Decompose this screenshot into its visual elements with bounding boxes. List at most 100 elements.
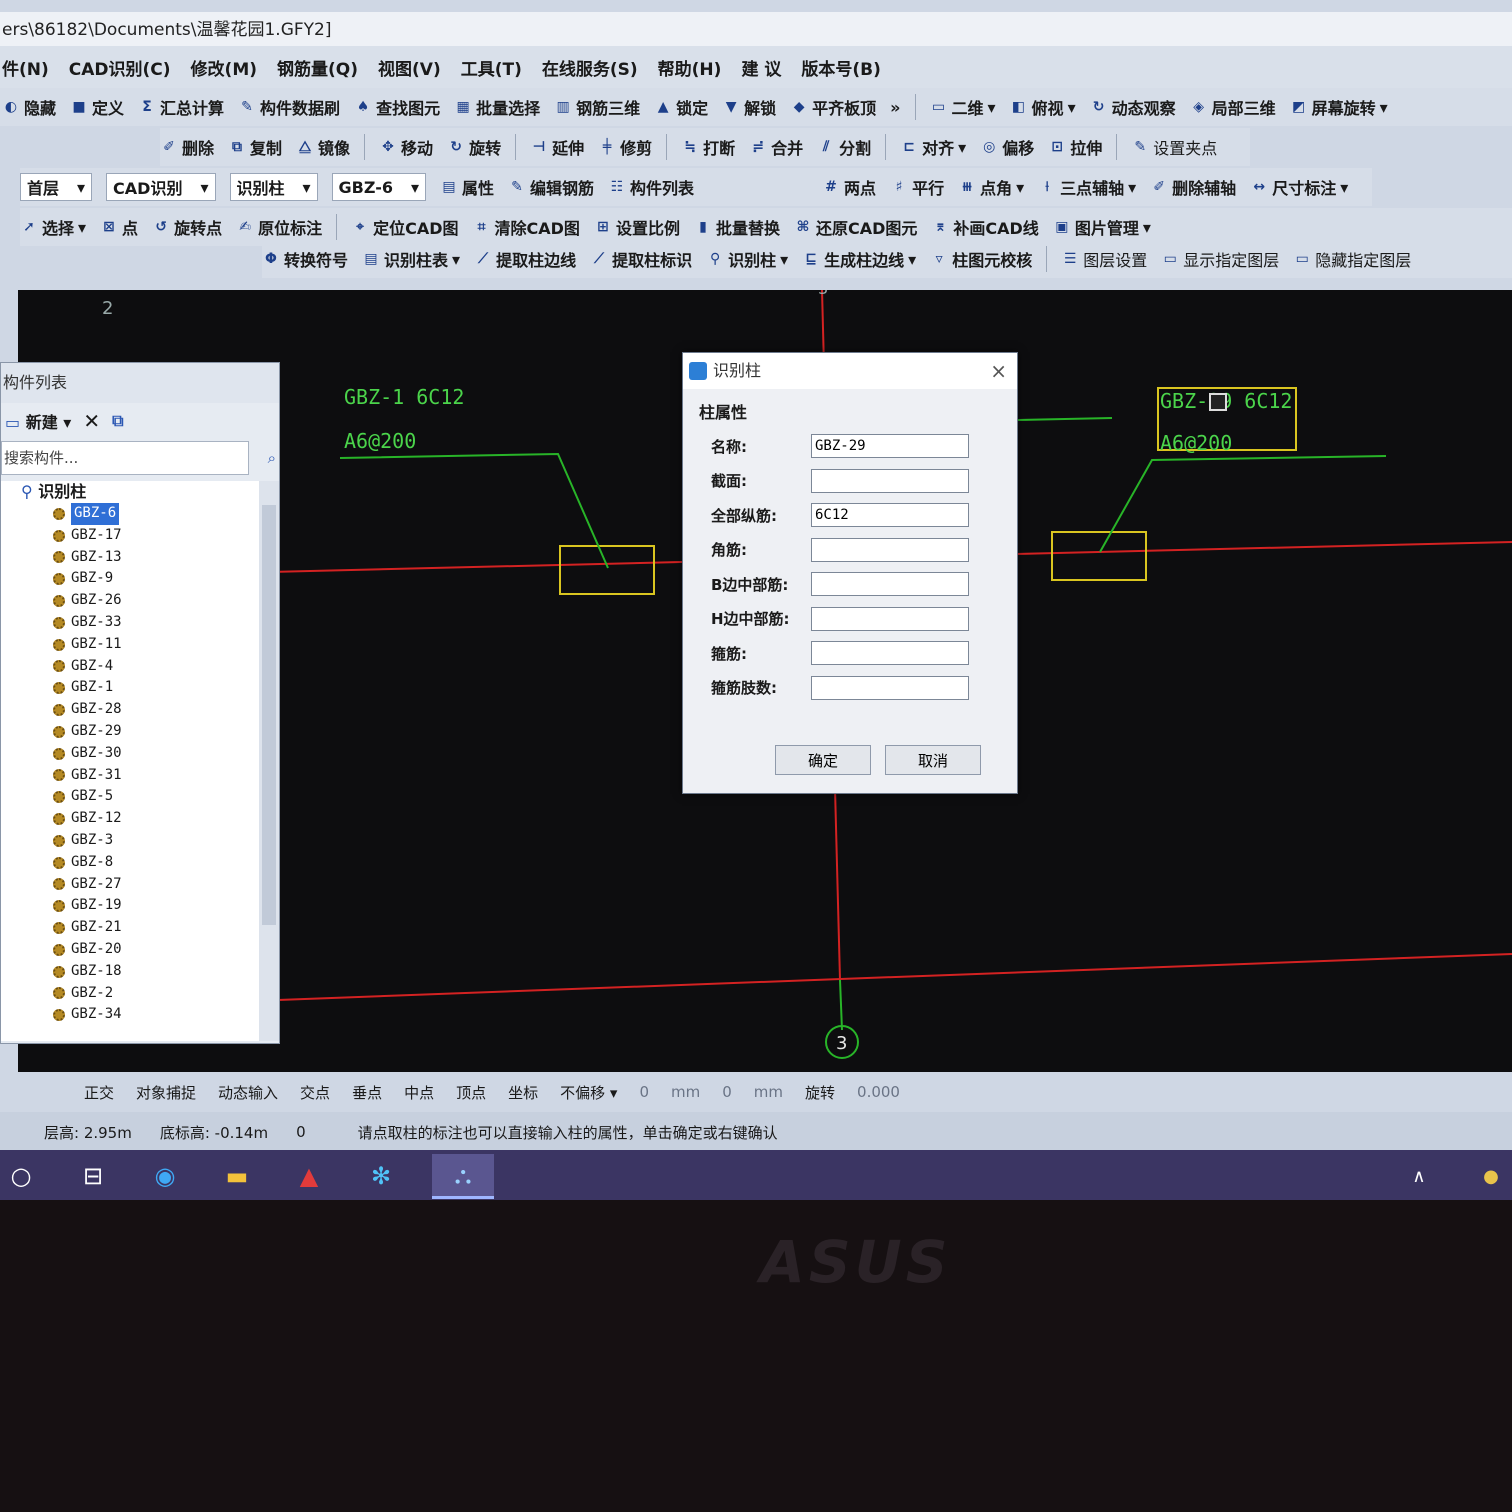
show-layer-button[interactable]: ▭ 显示指定图层 [1161, 247, 1280, 271]
coordinate-snap[interactable]: 坐标 [508, 1082, 538, 1103]
find-element-button[interactable]: ♠ 查找图元 [354, 95, 440, 119]
recognize-column-button[interactable]: ⚲ 识别柱 ▾ [706, 247, 788, 271]
tree-item[interactable]: GBZ-19 [1, 895, 259, 917]
trim-button[interactable]: ╪ 修剪 [598, 135, 652, 159]
field-input[interactable] [811, 503, 969, 528]
ok-button[interactable]: 确定 [775, 745, 871, 775]
dimension-button[interactable]: ↔ 尺寸标注 ▾ [1250, 175, 1348, 199]
tree-item[interactable]: GBZ-12 [1, 808, 259, 830]
axis-three-point-button[interactable]: ⟊ 三点辅轴 ▾ [1038, 175, 1136, 199]
close-icon[interactable]: × [990, 353, 1007, 389]
offset-select[interactable]: 不偏移 ▾ [560, 1082, 617, 1103]
dynamic-input-toggle[interactable]: 动态输入 [218, 1082, 278, 1103]
tree-item[interactable]: GBZ-28 [1, 699, 259, 721]
menu-suggest[interactable]: 建 议 [739, 55, 783, 80]
field-input[interactable] [811, 675, 969, 700]
edit-rebar-button[interactable]: ✎ 编辑钢筋 [508, 175, 594, 199]
extract-column-edge-button[interactable]: ⟋ 提取柱边线 [474, 247, 576, 271]
mirror-button[interactable]: ⧋ 镜像 [296, 135, 350, 159]
tree-item[interactable]: GBZ-9 [1, 568, 259, 590]
component-select[interactable]: GBZ-6 ▾ [331, 173, 426, 201]
copy-component-icon[interactable]: ⧉ [112, 411, 123, 431]
break-button[interactable]: ≒ 打断 [681, 135, 735, 159]
stretch-button[interactable]: ⊡ 拉伸 [1048, 135, 1102, 159]
split-button[interactable]: ⫽ 分割 [817, 135, 871, 159]
intersection-snap[interactable]: 交点 [300, 1082, 330, 1103]
extract-column-mark-button[interactable]: ⟋ 提取柱标识 [590, 247, 692, 271]
axis-point-angle-button[interactable]: ⧻ 点角 ▾ [958, 175, 1024, 199]
tree-item[interactable]: GBZ-5 [1, 786, 259, 808]
tree-item[interactable]: GBZ-34 [1, 1004, 259, 1026]
rotate-value-input[interactable]: 0.000 [857, 1083, 900, 1101]
rotate-button[interactable]: ↻ 旋转 [447, 135, 501, 159]
in-place-annotation-button[interactable]: ✍ 原位标注 [236, 215, 322, 239]
tree-item[interactable]: GBZ-27 [1, 874, 259, 896]
batch-select-button[interactable]: ▦ 批量选择 [454, 95, 540, 119]
merge-button[interactable]: ≓ 合并 [749, 135, 803, 159]
tree-item[interactable]: GBZ-26 [1, 590, 259, 612]
tree-item[interactable]: GBZ-29 [1, 721, 259, 743]
file-explorer-icon[interactable]: ▬ [216, 1155, 258, 1197]
floor-select[interactable]: 首层 ▾ [20, 173, 93, 201]
copy-button[interactable]: ⧉ 复制 [228, 135, 282, 159]
tree-item[interactable]: GBZ-21 [1, 917, 259, 939]
layer-settings-button[interactable]: ☰ 图层设置 [1061, 247, 1147, 271]
axis-two-points-button[interactable]: # 两点 [822, 175, 876, 199]
set-scale-button[interactable]: ⊞ 设置比例 [594, 215, 680, 239]
mode-select[interactable]: CAD识别 ▾ [106, 173, 216, 201]
menu-version[interactable]: 版本号(B) [799, 55, 883, 80]
task-view-icon[interactable]: ⊟ [72, 1155, 114, 1197]
tree-item[interactable]: GBZ-11 [1, 634, 259, 656]
vertex-snap[interactable]: 顶点 [456, 1082, 486, 1103]
tree-item[interactable]: GBZ-31 [1, 765, 259, 787]
tree-item[interactable]: GBZ-3 [1, 830, 259, 852]
menu-tools[interactable]: 工具(T) [459, 55, 524, 80]
tree-item[interactable]: GBZ-6 [1, 503, 259, 525]
column-check-button[interactable]: ▿ 柱图元校核 [930, 247, 1033, 271]
menu-modify[interactable]: 修改(M) [189, 55, 259, 80]
local-3d-button[interactable]: ◈ 局部三维 [1190, 95, 1275, 119]
hide-button[interactable]: ◐ 隐藏 [2, 95, 56, 119]
delete-button[interactable]: ✐ 删除 [160, 135, 214, 159]
component-list-button[interactable]: ☷ 构件列表 [608, 175, 694, 199]
midpoint-snap[interactable]: 中点 [404, 1082, 434, 1103]
x-offset-input[interactable]: 0 [639, 1083, 649, 1101]
set-grip-button[interactable]: ✎ 设置夹点 [1131, 135, 1217, 159]
point-button[interactable]: ⊠ 点 [100, 215, 138, 239]
field-input[interactable] [811, 434, 969, 459]
select-button[interactable]: ➚ 选择 ▾ [20, 215, 86, 239]
view-2d-button[interactable]: ▭ 二维 ▾ [930, 95, 996, 119]
offset-button[interactable]: ◎ 偏移 [980, 135, 1034, 159]
tree-scrollbar[interactable] [259, 481, 279, 1041]
gtj-app-icon[interactable]: ⛬ [432, 1153, 494, 1199]
field-input[interactable] [811, 572, 969, 597]
define-button[interactable]: ■ 定义 [70, 95, 124, 119]
data-brush-button[interactable]: ✎ 构件数据刷 [238, 95, 340, 119]
app-icon-blue[interactable]: ✻ [360, 1155, 402, 1197]
tree-item[interactable]: GBZ-8 [1, 852, 259, 874]
rotate-point-button[interactable]: ↺ 旋转点 [152, 215, 222, 239]
rebar-3d-button[interactable]: ▥ 钢筋三维 [554, 95, 640, 119]
dynamic-view-button[interactable]: ↻ 动态观察 [1090, 95, 1176, 119]
rotate-checkbox[interactable]: 旋转 [805, 1082, 835, 1103]
menu-online-service[interactable]: 在线服务(S) [540, 55, 640, 80]
tree-item[interactable]: GBZ-18 [1, 961, 259, 983]
restore-cad-button[interactable]: ⌘ 还原CAD图元 [794, 215, 917, 239]
menu-help[interactable]: 帮助(H) [656, 55, 724, 80]
tree-item[interactable]: GBZ-13 [1, 547, 259, 569]
tree-item[interactable]: GBZ-20 [1, 939, 259, 961]
image-manager-button[interactable]: ▣ 图片管理 ▾ [1053, 215, 1151, 239]
ortho-toggle[interactable]: 正交 [84, 1082, 114, 1103]
properties-button[interactable]: ▤ 属性 [440, 175, 494, 199]
tree-root-recognize-column[interactable]: ⚲ 识别柱 [1, 481, 259, 503]
perpendicular-snap[interactable]: 垂点 [352, 1082, 382, 1103]
field-input[interactable] [811, 537, 969, 562]
tree-item[interactable]: GBZ-17 [1, 525, 259, 547]
menu-rebar-quantity[interactable]: 钢筋量(Q) [275, 55, 360, 80]
field-input[interactable] [811, 468, 969, 493]
draw-cad-line-button[interactable]: ⌆ 补画CAD线 [931, 215, 1039, 239]
recognize-column-table-button[interactable]: ▤ 识别柱表 ▾ [362, 247, 460, 271]
edge-browser-icon[interactable]: ◉ [144, 1155, 186, 1197]
new-component-button[interactable]: ▭ 新建 ▾ [5, 409, 71, 433]
field-input[interactable] [811, 606, 969, 631]
